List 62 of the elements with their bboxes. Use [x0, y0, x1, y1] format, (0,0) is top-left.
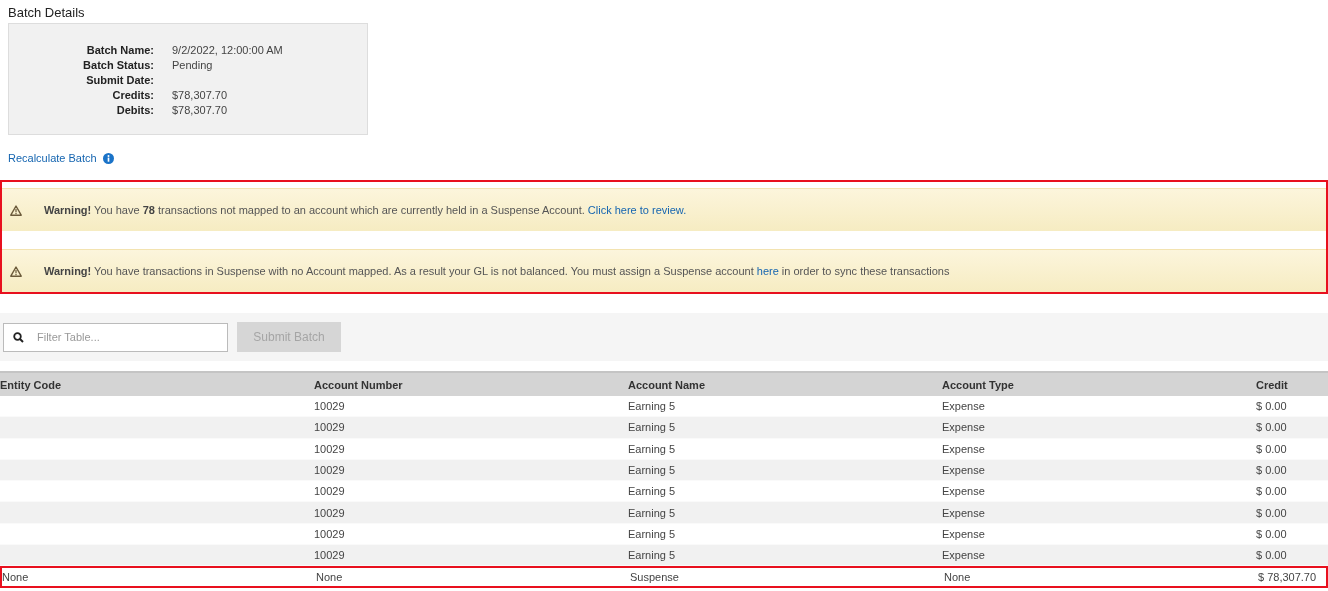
table-cell-text: Expense: [942, 400, 986, 413]
table-cell-text: $ 0.00: [1256, 527, 1288, 540]
table-cell-text: $ 0.00: [1256, 506, 1288, 519]
detail-label: Batch Name:: [85, 43, 154, 57]
table-cell-text: Expense: [942, 442, 986, 455]
warning-link[interactable]: Click here to review.: [587, 204, 687, 216]
info-icon[interactable]: [102, 152, 114, 164]
column-header[interactable]: Entity Code: [0, 378, 314, 391]
warning-icon: [10, 265, 22, 277]
table-cell-text: 10029: [314, 506, 346, 519]
table-cell-text: Earning 5: [628, 506, 677, 519]
recalculate-link[interactable]: Recalculate Batch: [8, 152, 97, 164]
table-cell-text: Expense: [942, 485, 986, 498]
table-cell-text: $ 0.00: [1256, 464, 1288, 477]
table-cell-text: 10029: [314, 485, 346, 498]
table-cell-text: Expense: [942, 506, 986, 519]
table-cell-text: Suspense: [630, 571, 680, 584]
detail-value: $78,307.70: [172, 88, 229, 102]
table-cell-text: None: [316, 571, 344, 584]
table-cell-text: $ 0.00: [1256, 549, 1288, 562]
detail-label: Credits:: [111, 88, 154, 102]
detail-label: Batch Status:: [82, 58, 154, 72]
table-cell-text: Earning 5: [628, 442, 677, 455]
table-cell-text: Earning 5: [628, 464, 677, 477]
table-cell-text: Expense: [942, 421, 986, 434]
warning-icon: [10, 204, 22, 216]
column-header[interactable]: Account Number: [314, 378, 628, 391]
warning-message: Warning! You have transactions in Suspense with no Account mapped. As a result your GL is not balanced. You must assign a Suspense account here in order to sync these transactions: [44, 265, 950, 277]
column-header[interactable]: Credit: [1256, 378, 1328, 391]
section-title: Batch Details: [7, 4, 86, 22]
warning-message: Warning! You have 78 transactions not mapped to an account which are currently held in a Suspense Account. Click here to review.: [44, 204, 687, 216]
table-cell-text: $ 0.00: [1256, 442, 1288, 455]
detail-label: Submit Date:: [85, 73, 154, 87]
filter-field[interactable]: Filter Table...: [3, 322, 228, 352]
table-cell-text: 10029: [314, 549, 346, 562]
table-cell-text: None: [2, 571, 30, 584]
table-cell-text: Earning 5: [628, 549, 677, 562]
table-cell-text: Expense: [942, 527, 986, 540]
table-cell-text: 10029: [314, 527, 346, 540]
table-cell-text: None: [944, 571, 972, 584]
warning-link[interactable]: here: [756, 265, 779, 277]
table-cell-text: Expense: [942, 464, 986, 477]
table-cell-text: 10029: [314, 442, 346, 455]
column-header[interactable]: Account Type: [942, 378, 1256, 391]
table-cell-text: $ 0.00: [1256, 421, 1288, 434]
table-cell-text: 10029: [314, 464, 346, 477]
table-cell-text: 10029: [314, 421, 346, 434]
table-cell-text: 10029: [314, 400, 346, 413]
table-cell-text: Earning 5: [628, 400, 677, 413]
detail-value: Pending: [172, 58, 214, 72]
table-cell-text: Earning 5: [628, 527, 677, 540]
table-cell-text: $ 0.00: [1256, 400, 1288, 413]
detail-label: Debits:: [115, 103, 154, 117]
table-cell-text: $ 0.00: [1256, 485, 1288, 498]
detail-value: $78,307.70: [172, 103, 229, 117]
table-cell-text: Earning 5: [628, 485, 677, 498]
search-icon: [13, 331, 24, 343]
table-cell-text: $ 78,307.70: [1258, 571, 1318, 584]
table-cell-text: Earning 5: [628, 421, 677, 434]
column-header[interactable]: Account Name: [628, 378, 942, 391]
detail-value: 9/2/2022, 12:00:00 AM: [172, 43, 284, 57]
table-cell-text: Expense: [942, 549, 986, 562]
